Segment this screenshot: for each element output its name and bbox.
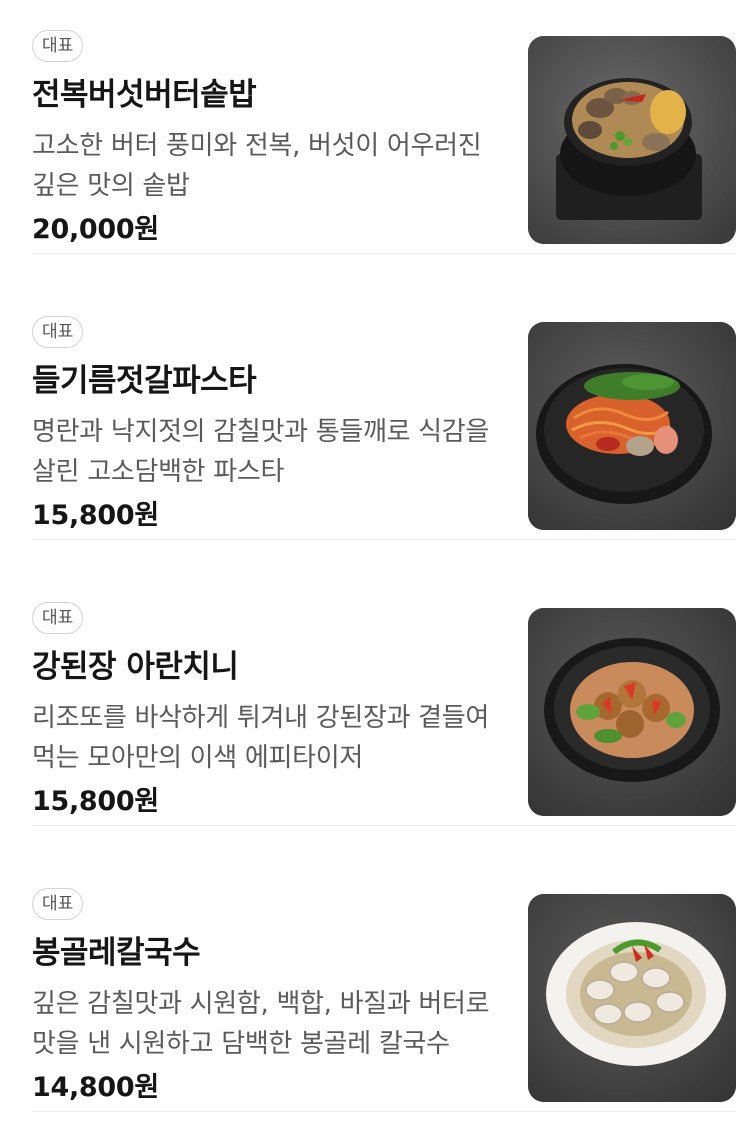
menu-item-price: 15,800원 [32, 500, 159, 531]
representative-badge: 대표 [32, 316, 84, 348]
menu-item-price: 20,000원 [32, 214, 159, 245]
menu-item[interactable]: 대표 전복버섯버터솥밥 고소한 버터 풍미와 전복, 버섯이 어우러진 깊은 맛… [32, 0, 736, 254]
menu-item-name: 전복버섯버터솥밥 [32, 77, 257, 113]
menu-item-description: 깊은 감칠맛과 시원함, 백합, 바질과 버터로 맛을 낸 시원하고 담백한 봉… [32, 989, 490, 1059]
menu-item-price: 15,800원 [32, 786, 159, 817]
menu-item-name: 들기름젓갈파스타 [32, 363, 257, 399]
menu-item[interactable]: 대표 강된장 아란치니 리조또를 바삭하게 튀겨내 강된장과 곁들여 먹는 모아… [32, 572, 736, 826]
menu-item[interactable]: 대표 들기름젓갈파스타 명란과 낙지젓의 감칠맛과 통들깨로 식감을 살린 고소… [32, 286, 736, 540]
arancini-bowl-photo[interactable] [528, 608, 736, 816]
menu-list: 대표 전복버섯버터솥밥 고소한 버터 풍미와 전복, 버섯이 어우러진 깊은 맛… [0, 0, 756, 1140]
menu-item-description: 고소한 버터 풍미와 전복, 버섯이 어우러진 깊은 맛의 솥밥 [32, 131, 482, 201]
representative-badge: 대표 [32, 30, 84, 62]
menu-item-name: 봉골레칼국수 [32, 935, 201, 971]
representative-badge: 대표 [32, 602, 84, 634]
menu-item[interactable]: 대표 봉골레칼국수 깊은 감칠맛과 시원함, 백합, 바질과 버터로 맛을 낸 … [32, 858, 736, 1112]
menu-item-description: 리조또를 바삭하게 튀겨내 강된장과 곁들여 먹는 모아만의 이색 에피타이저 [32, 703, 490, 773]
clam-noodle-bowl-photo[interactable] [528, 894, 736, 1102]
pasta-bowl-photo[interactable] [528, 322, 736, 530]
menu-item-description: 명란과 낙지젓의 감칠맛과 통들깨로 식감을 살린 고소담백한 파스타 [32, 417, 490, 487]
menu-item-price: 14,800원 [32, 1072, 159, 1103]
abalone-rice-pot-photo[interactable] [528, 36, 736, 244]
menu-item-name: 강된장 아란치니 [32, 649, 239, 685]
representative-badge: 대표 [32, 888, 84, 920]
